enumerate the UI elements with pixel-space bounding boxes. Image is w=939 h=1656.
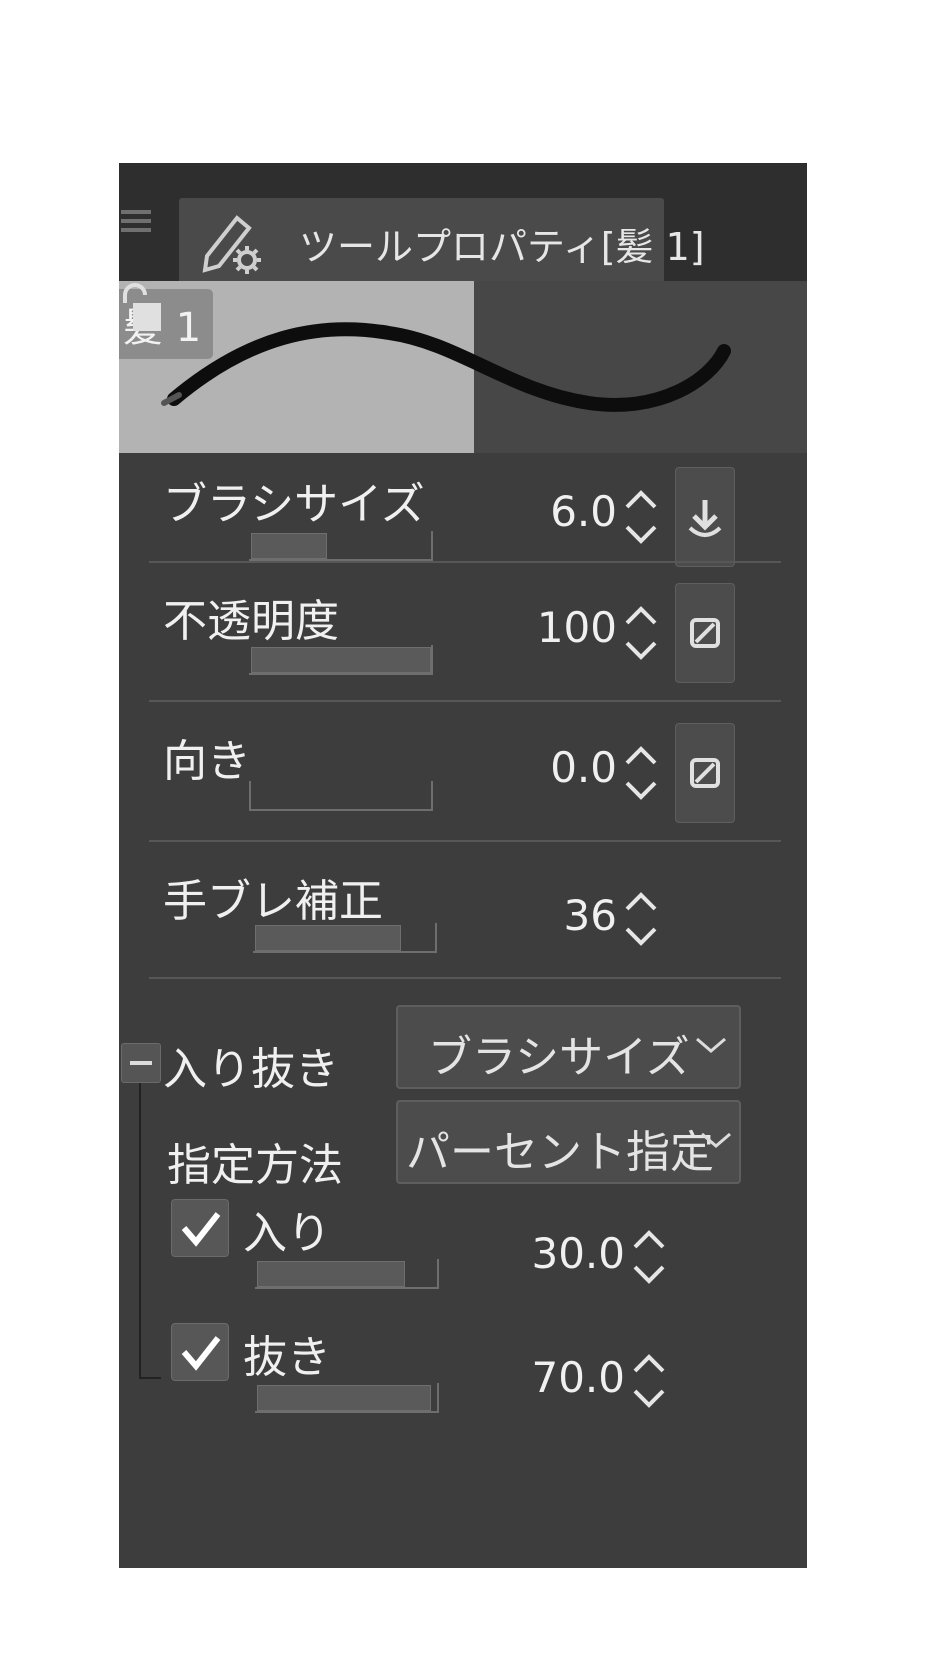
taper-start-slider[interactable] (255, 1259, 439, 1289)
spin-arrows-icon[interactable] (621, 879, 661, 959)
slider-fill (255, 925, 401, 951)
property-label: ブラシサイズ (163, 479, 425, 530)
taper-method-select[interactable]: パーセント指定 (396, 1100, 741, 1184)
spin-arrows-icon[interactable] (621, 477, 661, 557)
divider (149, 840, 781, 842)
checkmark-icon (181, 1212, 221, 1247)
spin-arrows-icon[interactable] (621, 733, 661, 813)
property-value[interactable]: 6.0 (497, 487, 617, 536)
property-label: 向き (163, 736, 251, 787)
tool-property-panel: ツールプロパティ[髪 1] 髪 1 ブラシサイズ 6.0 不透明度 100 向き… (119, 163, 807, 1568)
tab-tool-property[interactable]: ツールプロパティ[髪 1] (179, 198, 705, 281)
property-stabilization: 手ブレ補正 36 (119, 843, 807, 983)
property-value[interactable]: 0.0 (497, 743, 617, 792)
taper-start-value[interactable]: 30.0 (505, 1229, 625, 1278)
property-value[interactable]: 36 (497, 891, 617, 940)
minus-icon (130, 1061, 152, 1065)
divider (149, 977, 781, 979)
direction-pressure-button[interactable] (675, 723, 735, 823)
opacity-slider[interactable] (249, 645, 433, 675)
property-value[interactable]: 100 (497, 603, 617, 652)
group-line (139, 1083, 141, 1379)
slider-fill (251, 533, 327, 559)
no-pressure-icon (690, 758, 720, 788)
taper-end-value[interactable]: 70.0 (505, 1353, 625, 1402)
method-label: 指定方法 (167, 1140, 343, 1191)
slider-fill (257, 1261, 405, 1287)
property-label: 手ブレ補正 (163, 876, 383, 927)
property-opacity: 不透明度 100 (119, 563, 807, 703)
download-icon (688, 500, 722, 537)
slider-fill (251, 647, 431, 673)
taper-end-label: 抜き (243, 1332, 331, 1383)
chevron-down-icon (696, 1037, 726, 1053)
group-line (139, 1377, 161, 1379)
property-direction: 向き 0.0 (119, 703, 807, 843)
collapse-toggle[interactable] (121, 1043, 161, 1083)
select-value: パーセント指定 (406, 1127, 714, 1178)
chevron-down-icon (701, 1132, 731, 1148)
spin-arrows-icon[interactable] (629, 1341, 669, 1421)
taper-start-label: 入り (243, 1208, 331, 1259)
tab-title: ツールプロパティ[髪 1] (299, 225, 705, 269)
direction-slider[interactable] (249, 781, 433, 811)
taper-start-checkbox[interactable] (171, 1199, 229, 1257)
panel-header: ツールプロパティ[髪 1] (119, 163, 807, 281)
taper-end-checkbox[interactable] (171, 1323, 229, 1381)
opacity-pressure-button[interactable] (675, 583, 735, 683)
stroke-preview-icon (161, 322, 731, 412)
spin-arrows-icon[interactable] (621, 593, 661, 673)
taper-target-select[interactable]: ブラシサイズ (396, 1005, 741, 1089)
stabilization-slider[interactable] (253, 923, 437, 953)
taper-end-slider[interactable] (255, 1383, 439, 1413)
divider (149, 700, 781, 702)
property-label: 不透明度 (163, 596, 339, 647)
brush-preview[interactable]: 髪 1 (119, 281, 807, 453)
brush-size-slider[interactable] (249, 531, 433, 561)
checkmark-icon (181, 1336, 221, 1371)
slider-fill (257, 1385, 431, 1411)
brush-size-tool-button[interactable] (675, 467, 735, 567)
pen-settings-icon (202, 215, 261, 274)
no-pressure-icon (690, 618, 720, 648)
select-value: ブラシサイズ (428, 1032, 690, 1083)
spin-arrows-icon[interactable] (629, 1217, 669, 1297)
taper-label: 入り抜き (163, 1044, 339, 1095)
lock-icon[interactable] (119, 281, 161, 331)
menu-icon[interactable] (121, 205, 155, 239)
